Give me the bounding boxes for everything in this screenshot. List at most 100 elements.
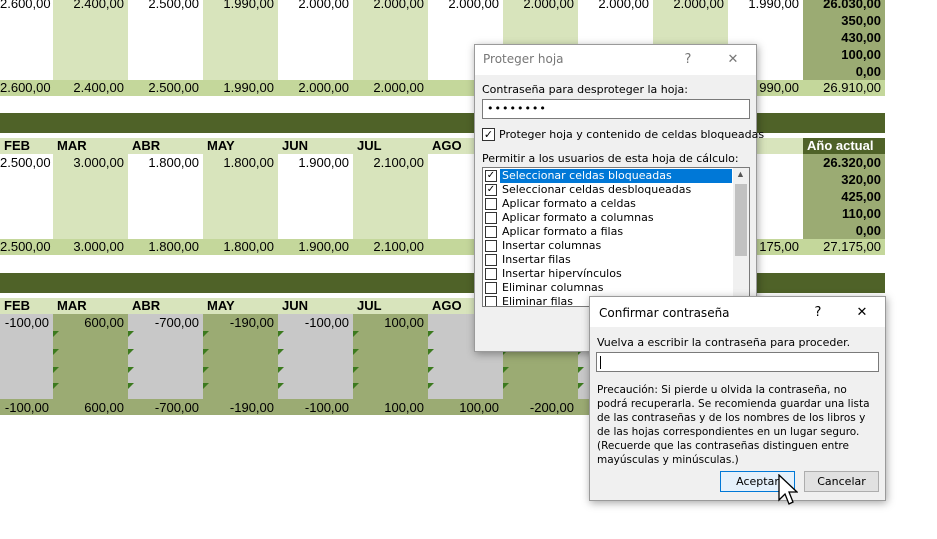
total-cell[interactable]: 1.800,00 (203, 239, 278, 255)
data-cell[interactable]: -190,00 (203, 315, 278, 331)
permission-checkbox[interactable] (485, 282, 497, 294)
permission-checkbox[interactable] (485, 268, 497, 280)
total-cell[interactable]: 3.000,00 (53, 239, 128, 255)
total-cell[interactable]: -100,00 (278, 400, 353, 416)
close-icon[interactable]: ✕ (722, 49, 744, 71)
ytd-total-cell[interactable]: 26.910,00 (803, 80, 885, 96)
total-cell[interactable]: 2.400,00 (53, 80, 128, 96)
data-cell[interactable]: 1.990,00 (203, 0, 278, 12)
total-cell[interactable]: 1.800,00 (128, 239, 203, 255)
ytd-cell[interactable]: 26.320,00 (803, 155, 885, 171)
month-header[interactable]: MAY (203, 138, 278, 154)
ytd-header[interactable]: Año actual (803, 138, 885, 154)
data-cell[interactable]: -100,00 (278, 315, 353, 331)
permission-item[interactable]: Insertar filas (484, 253, 732, 267)
month-header[interactable]: JUL (353, 298, 428, 314)
ytd-cell[interactable]: 110,00 (803, 206, 885, 222)
data-cell[interactable]: 100,00 (353, 315, 428, 331)
total-cell[interactable]: 100,00 (353, 400, 428, 416)
data-cell[interactable]: 2.500,00 (0, 155, 53, 171)
permission-checkbox[interactable]: ✓ (485, 170, 497, 182)
permissions-list[interactable]: ▲ ✓ Seleccionar celdas bloqueadas ✓ Selecci… (482, 167, 750, 307)
month-header[interactable]: MAY (203, 298, 278, 314)
data-cell[interactable]: 2.100,00 (353, 155, 428, 171)
permission-checkbox[interactable] (485, 212, 497, 224)
month-header[interactable]: JUN (278, 298, 353, 314)
total-cell[interactable]: 1.900,00 (278, 239, 353, 255)
month-header[interactable]: JUL (353, 138, 428, 154)
permission-checkbox[interactable]: ✓ (485, 184, 497, 196)
confirm-dialog-titlebar[interactable]: Confirmar contraseña ? ✕ (590, 297, 885, 327)
close-icon[interactable]: ✕ (851, 302, 873, 324)
data-cell[interactable]: 3.000,00 (53, 155, 128, 171)
data-cell[interactable]: 1.990,00 (728, 0, 803, 12)
permission-checkbox[interactable] (485, 254, 497, 266)
permission-item[interactable]: Aplicar formato a celdas (484, 197, 732, 211)
data-cell[interactable]: 1.900,00 (278, 155, 353, 171)
password-input[interactable]: •••••••• (482, 99, 750, 119)
ytd-cell[interactable]: 430,00 (803, 30, 885, 46)
total-cell[interactable]: 100,00 (428, 400, 503, 416)
month-header[interactable]: FEB (0, 138, 53, 154)
data-cell[interactable]: -100,00 (0, 315, 53, 331)
data-cell[interactable]: -700,00 (128, 315, 203, 331)
permission-checkbox[interactable] (485, 240, 497, 252)
total-cell[interactable]: 1.990,00 (203, 80, 278, 96)
permission-item[interactable]: Insertar columnas (484, 239, 732, 253)
month-header[interactable]: MAR (53, 298, 128, 314)
protect-dialog-titlebar[interactable]: Proteger hoja ? ✕ (475, 45, 756, 75)
permission-checkbox[interactable] (485, 226, 497, 238)
month-header[interactable]: ABR (128, 298, 203, 314)
month-header[interactable]: JUN (278, 138, 353, 154)
help-icon[interactable]: ? (807, 302, 829, 324)
data-cell[interactable]: 2.000,00 (428, 0, 503, 12)
total-cell[interactable]: -700,00 (128, 400, 203, 416)
data-cell[interactable]: 2.600,00 (0, 0, 53, 12)
month-header[interactable]: MAR (53, 138, 128, 154)
permission-item[interactable]: Aplicar formato a filas (484, 225, 732, 239)
permission-item[interactable]: ✓ Seleccionar celdas bloqueadas (484, 169, 732, 183)
data-cell[interactable]: 1.800,00 (203, 155, 278, 171)
ytd-cell[interactable]: 0,00 (803, 64, 885, 80)
total-cell[interactable]: -200,00 (503, 400, 578, 416)
ytd-cell[interactable]: 320,00 (803, 172, 885, 188)
data-cell[interactable]: 1.800,00 (128, 155, 203, 171)
data-cell[interactable]: 2.000,00 (353, 0, 428, 12)
permission-checkbox[interactable] (485, 198, 497, 210)
ytd-total-cell[interactable]: 27.175,00 (803, 239, 885, 255)
total-cell[interactable]: 2.500,00 (128, 80, 203, 96)
scroll-up-icon[interactable]: ▲ (736, 169, 745, 179)
permission-checkbox[interactable] (485, 296, 497, 306)
help-icon[interactable]: ? (677, 49, 699, 71)
ytd-cell[interactable]: 100,00 (803, 47, 885, 63)
total-cell[interactable]: -100,00 (0, 400, 53, 416)
permission-item[interactable]: ✓ Seleccionar celdas desbloqueadas (484, 183, 732, 197)
data-cell[interactable]: 2.000,00 (503, 0, 578, 12)
ytd-cell[interactable]: 350,00 (803, 13, 885, 29)
month-header[interactable]: FEB (0, 298, 53, 314)
protect-sheet-checkbox[interactable]: ✓ (482, 128, 495, 141)
ytd-cell[interactable]: 425,00 (803, 189, 885, 205)
total-cell[interactable]: -190,00 (203, 400, 278, 416)
total-cell[interactable]: 2.600,00 (0, 80, 53, 96)
ytd-cell[interactable]: 26.030,00 (803, 0, 885, 12)
total-cell[interactable]: 2.000,00 (278, 80, 353, 96)
data-cell[interactable]: 2.000,00 (653, 0, 728, 12)
confirm-password-input[interactable] (596, 352, 879, 372)
total-cell[interactable]: 2.500,00 (0, 239, 53, 255)
permissions-scrollbar[interactable]: ▲ (733, 168, 749, 306)
ytd-cell[interactable]: 0,00 (803, 223, 885, 239)
month-header[interactable]: ABR (128, 138, 203, 154)
total-cell[interactable]: 2.100,00 (353, 239, 428, 255)
total-cell[interactable]: 600,00 (53, 400, 128, 416)
data-cell[interactable]: 2.000,00 (578, 0, 653, 12)
data-cell[interactable]: 2.500,00 (128, 0, 203, 12)
permission-item[interactable]: Eliminar columnas (484, 281, 732, 295)
data-cell[interactable]: 600,00 (53, 315, 128, 331)
cancel-button[interactable]: Cancelar (804, 471, 879, 492)
total-cell[interactable]: 2.000,00 (353, 80, 428, 96)
scroll-thumb[interactable] (735, 184, 747, 256)
data-cell[interactable]: 2.400,00 (53, 0, 128, 12)
permission-item[interactable]: Insertar hipervínculos (484, 267, 732, 281)
permission-item[interactable]: Aplicar formato a columnas (484, 211, 732, 225)
